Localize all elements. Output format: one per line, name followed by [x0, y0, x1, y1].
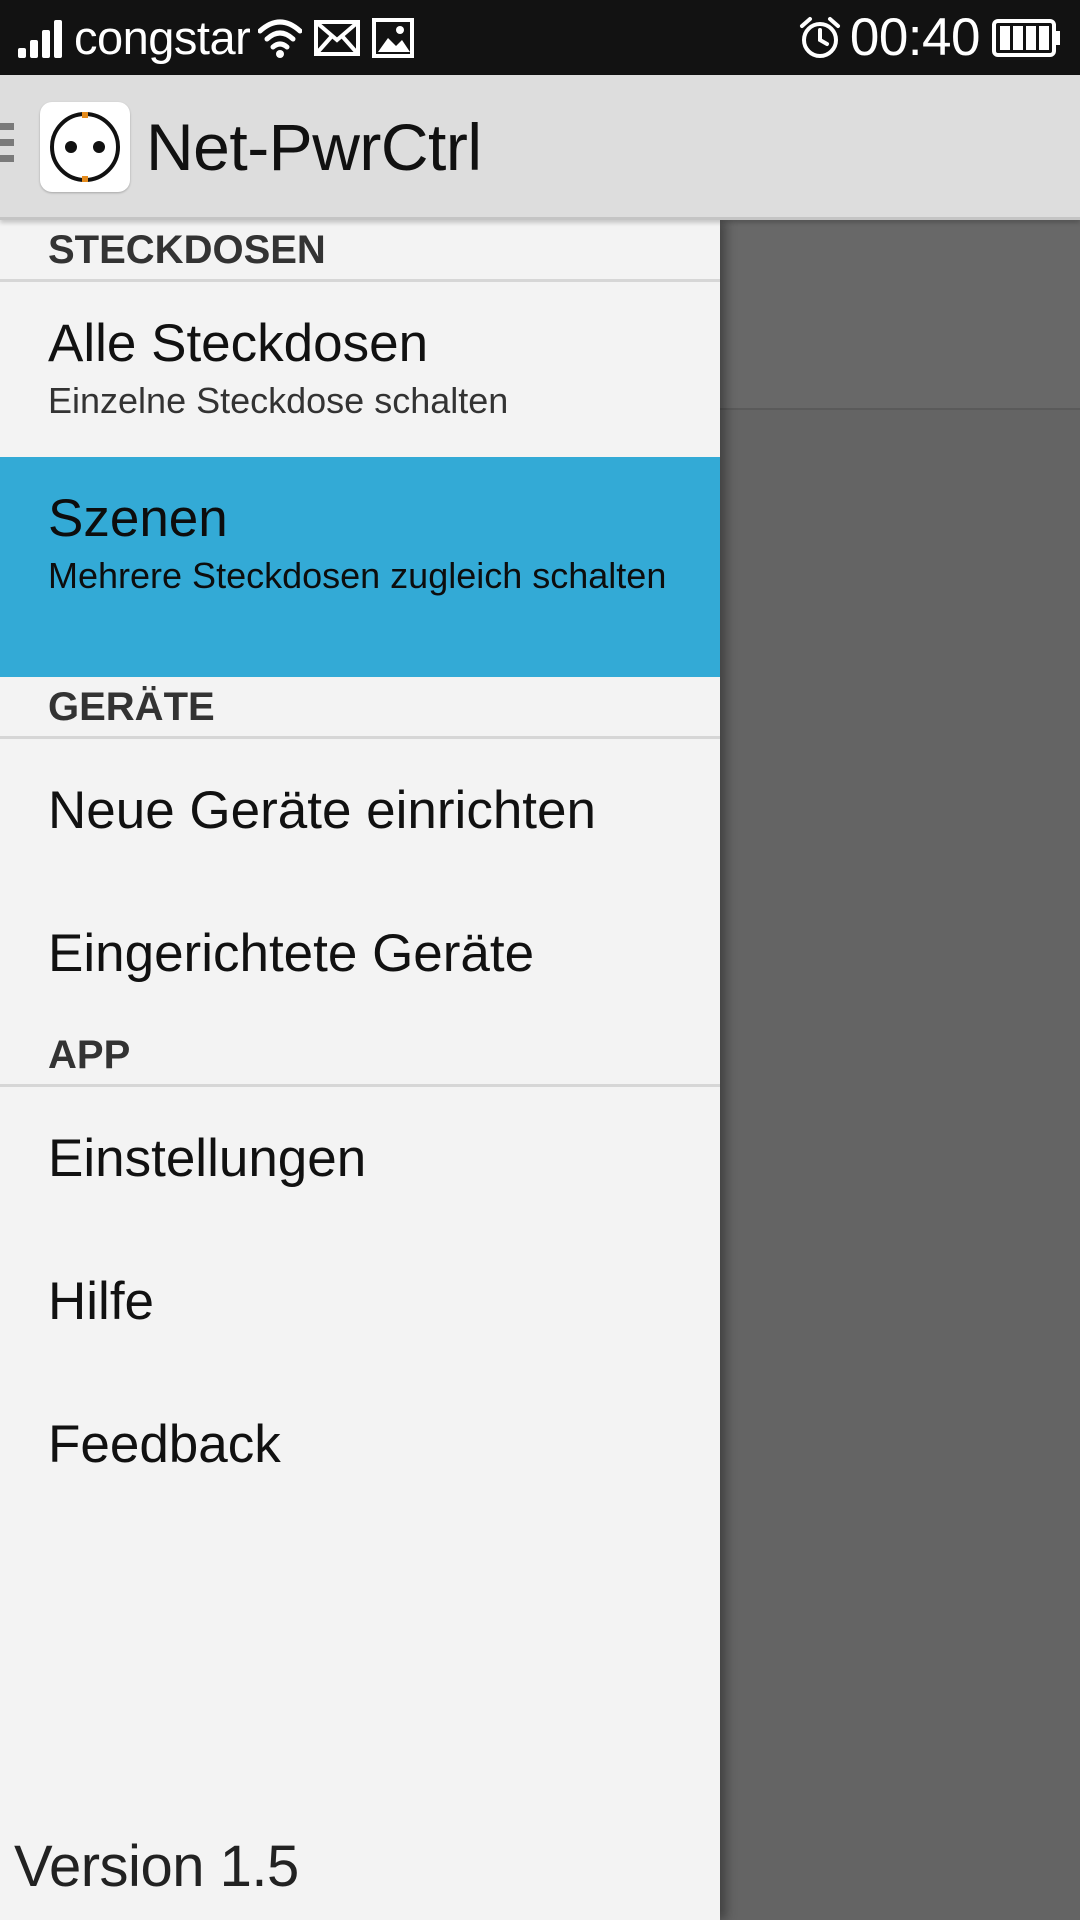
- app-title: Net-PwrCtrl: [146, 110, 482, 184]
- nav-item-subtitle: Einzelne Steckdose schalten: [48, 380, 509, 421]
- mail-icon: [314, 19, 361, 56]
- nav-item-label: Alle Steckdosen: [48, 314, 429, 373]
- nav-item-hilfe[interactable]: Hilfe: [0, 1230, 720, 1373]
- section-header-geraete: GERÄTE: [0, 677, 720, 739]
- carrier-name: congstar: [74, 11, 251, 64]
- signal-icon: [18, 18, 66, 58]
- battery-icon: [992, 18, 1062, 57]
- nav-item-feedback[interactable]: Feedback: [0, 1373, 720, 1516]
- nav-item-einstellungen[interactable]: Einstellungen: [0, 1087, 720, 1230]
- section-header-steckdosen: STECKDOSEN: [0, 220, 720, 282]
- nav-item-subtitle: Mehrere Steckdosen zugleich schalten: [48, 555, 667, 596]
- status-bar: congstar 00:40: [0, 0, 1080, 75]
- nav-item-szenen[interactable]: Szenen Mehrere Steckdosen zugleich schal…: [0, 457, 720, 677]
- nav-item-label: Hilfe: [48, 1271, 155, 1331]
- nav-item-label: Eingerichtete Geräte: [48, 923, 535, 983]
- nav-item-label: Feedback: [48, 1414, 281, 1474]
- status-bar-left: congstar: [18, 0, 415, 75]
- nav-item-neue-geraete[interactable]: Neue Geräte einrichten: [0, 739, 720, 882]
- power-socket-icon[interactable]: [40, 102, 130, 192]
- section-header-app: APP: [0, 1025, 720, 1087]
- image-icon: [372, 17, 415, 58]
- nav-item-eingerichtete-geraete[interactable]: Eingerichtete Geräte: [0, 882, 720, 1025]
- version-label: Version 1.5: [14, 1834, 299, 1899]
- navigation-drawer: STECKDOSEN Alle Steckdosen Einzelne Stec…: [0, 220, 720, 1920]
- nav-item-label: Neue Geräte einrichten: [48, 780, 596, 840]
- nav-item-alle-steckdosen[interactable]: Alle Steckdosen Einzelne Steckdose schal…: [0, 282, 720, 457]
- status-bar-right: 00:40: [798, 0, 1062, 75]
- nav-item-label: Einstellungen: [48, 1128, 367, 1188]
- action-bar: Net-PwrCtrl: [0, 75, 1080, 220]
- nav-item-label: Szenen: [48, 489, 228, 548]
- alarm-icon: [798, 16, 842, 60]
- clock: 00:40: [849, 8, 981, 67]
- wifi-icon: [258, 17, 303, 59]
- drawer-toggle-icon[interactable]: [0, 123, 18, 171]
